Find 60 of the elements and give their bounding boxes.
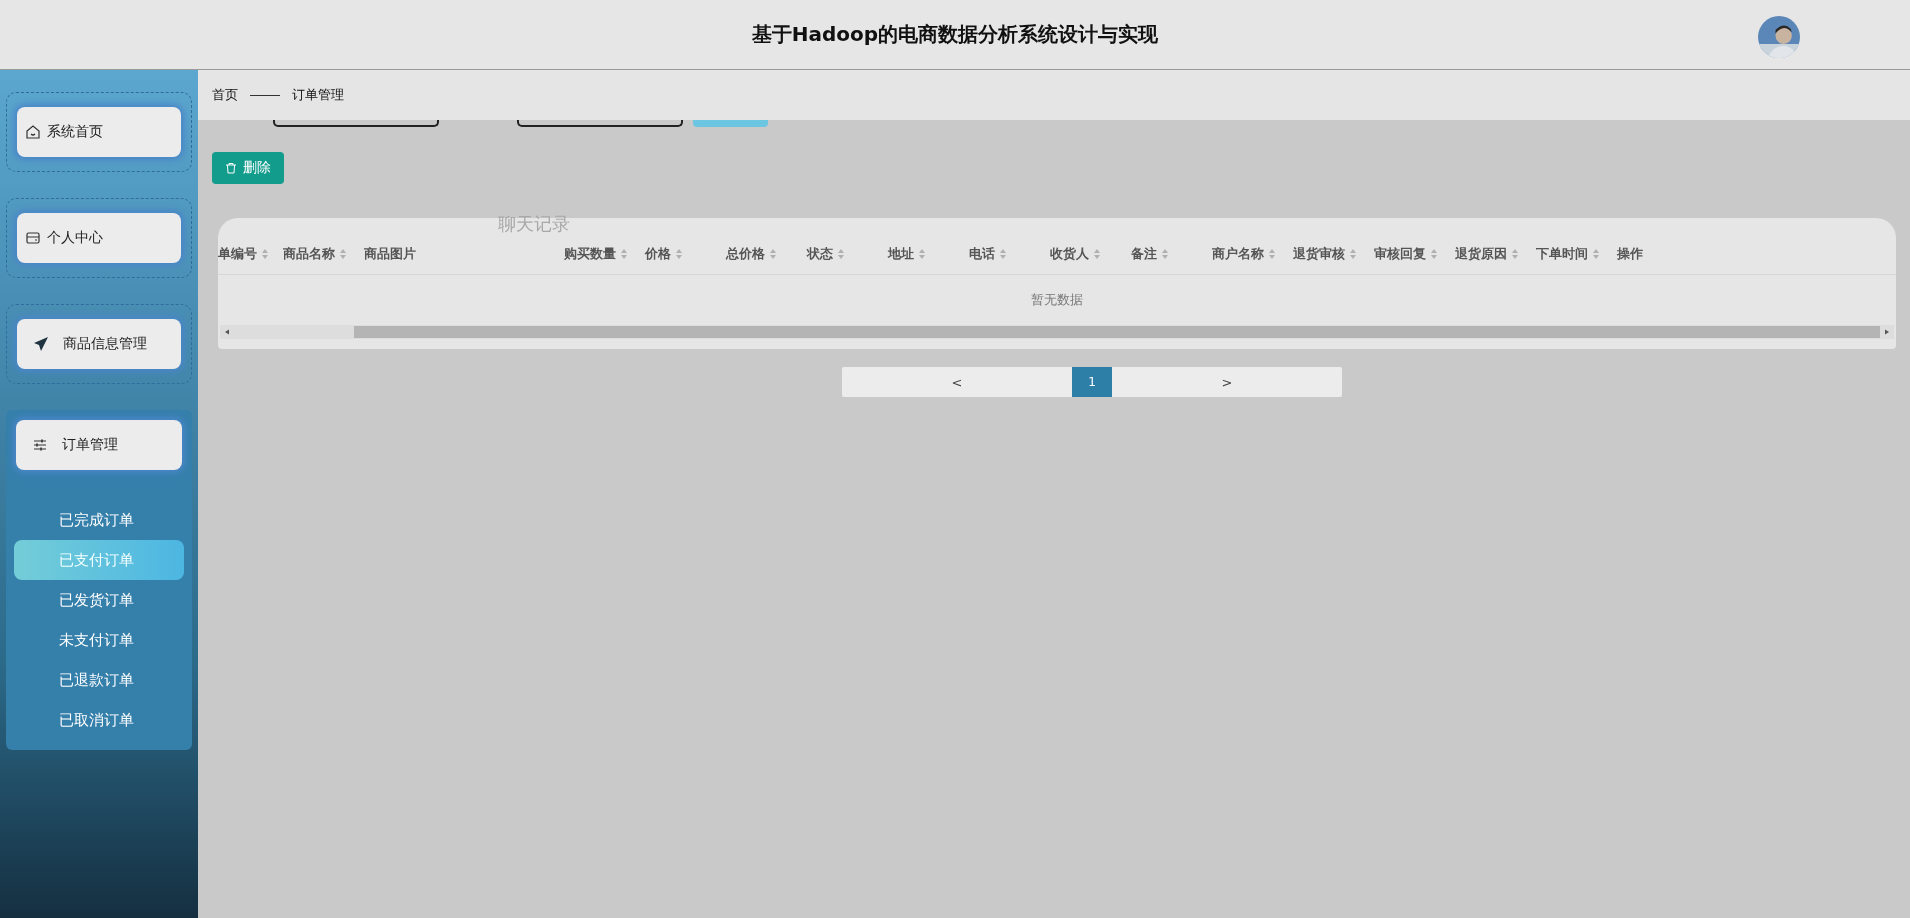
sort-icon — [1430, 248, 1438, 260]
column-header[interactable]: 审核回复 — [1374, 245, 1455, 263]
search-field[interactable] — [517, 120, 683, 127]
sort-icon — [1268, 248, 1276, 260]
menu-item[interactable]: 系统首页 — [17, 107, 181, 157]
menu-item[interactable]: 商品信息管理 — [17, 319, 181, 369]
sort-icon — [1592, 248, 1600, 260]
column-header[interactable]: 备注 — [1131, 245, 1212, 263]
submenu-item[interactable]: 已取消订单 — [14, 700, 184, 740]
column-header[interactable]: 地址 — [888, 245, 969, 263]
sort-icon — [1349, 248, 1357, 260]
home-icon — [25, 124, 41, 140]
column-header[interactable]: 下单时间 — [1536, 245, 1617, 263]
sort-icon — [769, 248, 777, 260]
card-icon — [25, 230, 41, 246]
column-header[interactable]: 购买数量 — [564, 245, 645, 263]
scroll-right-icon[interactable] — [1884, 329, 1890, 335]
sort-icon — [918, 248, 926, 260]
search-field[interactable] — [273, 120, 439, 127]
sort-icon — [675, 248, 683, 260]
column-header[interactable]: 商品图片 — [364, 245, 564, 263]
submenu-item[interactable]: 已退款订单 — [14, 660, 184, 700]
breadcrumb-link[interactable]: 首页 — [212, 86, 238, 104]
sort-icon — [620, 248, 628, 260]
submenu-item[interactable]: 已完成订单 — [14, 500, 184, 540]
delete-button[interactable]: 删除 — [212, 152, 284, 184]
sort-icon — [837, 248, 845, 260]
column-header[interactable]: 总价格 — [726, 245, 807, 263]
column-header[interactable]: 退货原因 — [1455, 245, 1536, 263]
column-header[interactable]: 单编号 — [218, 245, 283, 263]
page-button[interactable]: 1 — [1072, 367, 1112, 397]
breadcrumb-link[interactable]: 订单管理 — [292, 86, 344, 104]
sort-icon — [1161, 248, 1169, 260]
sort-icon — [339, 248, 347, 260]
column-header[interactable]: 商户名称 — [1212, 245, 1293, 263]
menu-item[interactable]: 个人中心 — [17, 213, 181, 263]
next-page-button[interactable]: > — [1112, 367, 1342, 397]
scroll-left-icon[interactable] — [224, 329, 230, 335]
menu-item[interactable]: 订单管理 — [16, 420, 182, 470]
dialog-title: 聊天记录 — [498, 212, 570, 236]
column-header[interactable]: 操作 — [1617, 245, 1698, 263]
sliders-icon — [32, 437, 48, 453]
column-header[interactable]: 价格 — [645, 245, 726, 263]
column-header[interactable]: 收货人 — [1050, 245, 1131, 263]
sort-icon — [261, 248, 269, 260]
submenu-item[interactable]: 已发货订单 — [14, 580, 184, 620]
submenu-item[interactable]: 未支付订单 — [14, 620, 184, 660]
column-header[interactable]: 商品名称 — [283, 245, 364, 263]
paper-plane-icon — [33, 336, 49, 352]
column-header[interactable]: 状态 — [807, 245, 888, 263]
sort-icon — [1511, 248, 1519, 260]
column-header[interactable]: 电话 — [969, 245, 1050, 263]
window-title: 基于Hadoop的电商数据分析系统设计与实现 — [751, 21, 1159, 48]
column-header[interactable]: 退货审核 — [1293, 245, 1374, 263]
trash-icon — [225, 162, 237, 174]
empty-text: 暂无数据 — [1031, 291, 1083, 309]
sort-icon — [999, 248, 1007, 260]
sort-icon — [1093, 248, 1101, 260]
horizontal-scrollbar[interactable] — [220, 325, 1894, 339]
prev-page-button[interactable]: < — [842, 367, 1072, 397]
